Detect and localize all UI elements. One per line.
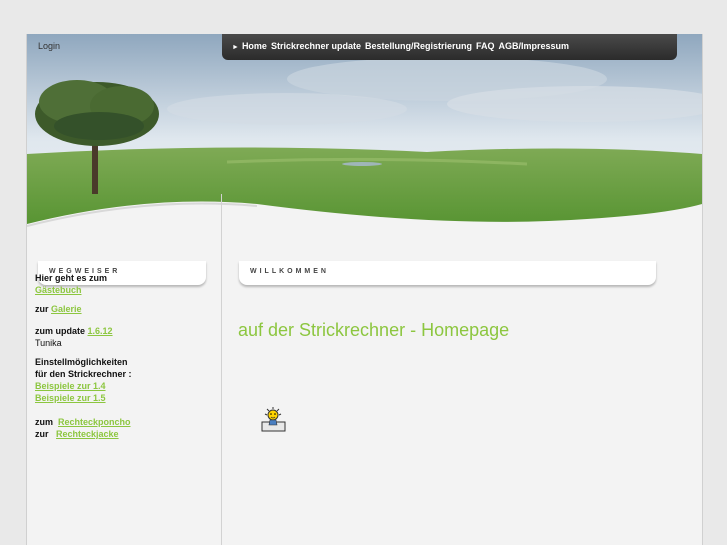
top-navigation: ► Home Strickrechner update Bestellung/Regi… (222, 34, 677, 60)
nav-item-faq[interactable]: FAQ (476, 41, 495, 51)
update-prefix: zum update (35, 326, 86, 336)
poncho-link[interactable]: Rechteckponcho (58, 417, 131, 427)
login-link[interactable]: Login (38, 41, 60, 51)
nav-item-home[interactable]: Home (242, 41, 267, 51)
gallery-link[interactable]: Galerie (51, 304, 82, 314)
update-suffix: Tunika (35, 338, 62, 348)
welcome-heading: auf der Strickrechner - Homepage (238, 320, 510, 340)
update-link[interactable]: 1.6.12 (88, 326, 113, 336)
poncho-prefix: zum (35, 417, 53, 427)
cartoon-figure-icon (260, 405, 288, 438)
jacket-link[interactable]: Rechteckjacke (56, 429, 119, 439)
guestbook-intro: Hier geht es zum (35, 273, 108, 283)
main-panel-header: WILLKOMMEN (239, 261, 656, 285)
examples-15-link[interactable]: Beispiele zur 1.5 (35, 393, 106, 403)
nav-item-imprint[interactable]: AGB/Impressum (499, 41, 570, 51)
column-divider (221, 194, 222, 545)
header-banner (27, 34, 702, 244)
jacket-prefix: zur (35, 429, 49, 439)
main-panel-title: WILLKOMMEN (250, 268, 329, 275)
nav-arrow-icon: ► (232, 44, 239, 51)
gallery-prefix: zur (35, 304, 49, 314)
left-panel-content: Hier geht es zum Gästebuch zur Galerie z… (35, 272, 185, 440)
nav-item-order[interactable]: Bestellung/Registrierung (365, 41, 472, 51)
nav-item-update[interactable]: Strickrechner update (271, 41, 361, 51)
guestbook-link[interactable]: Gästebuch (35, 285, 82, 295)
examples-14-link[interactable]: Beispiele zur 1.4 (35, 381, 106, 391)
settings-line-1: Einstellmöglichkeiten (35, 357, 128, 367)
settings-line-2: für den Strickrechner : (35, 369, 132, 379)
